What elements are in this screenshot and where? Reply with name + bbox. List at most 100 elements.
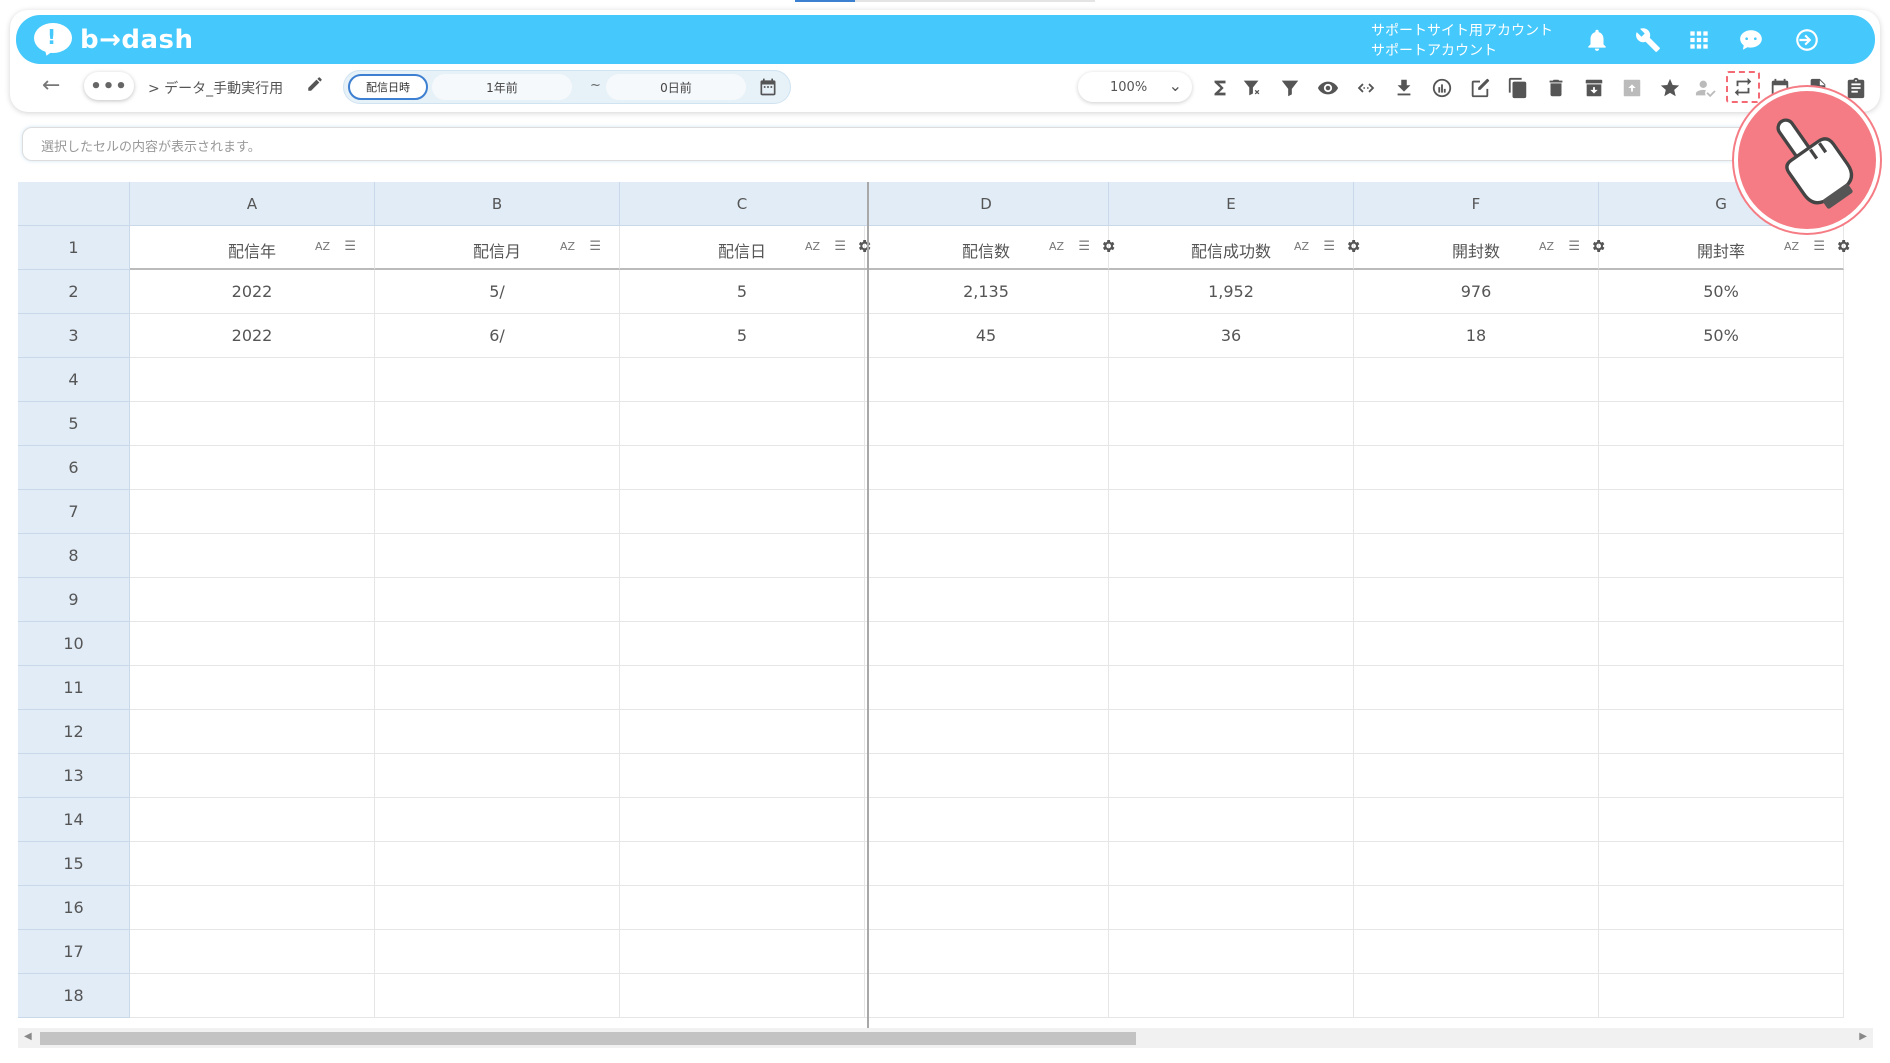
row-number[interactable]: 16: [18, 886, 130, 930]
table-cell[interactable]: [1354, 666, 1599, 710]
column-header-f[interactable]: F: [1354, 182, 1599, 226]
table-cell[interactable]: [375, 798, 620, 842]
account-info[interactable]: サポートサイト用アカウント サポートアカウント: [1371, 21, 1553, 61]
table-cell[interactable]: [1599, 358, 1844, 402]
download-icon[interactable]: [1390, 75, 1418, 101]
table-cell[interactable]: [864, 886, 1109, 930]
scroll-left-icon[interactable]: ◀: [24, 1031, 32, 1042]
table-cell[interactable]: 36: [1109, 314, 1354, 358]
gear-icon[interactable]: [1345, 238, 1363, 256]
row-number[interactable]: 10: [18, 622, 130, 666]
table-cell[interactable]: [864, 710, 1109, 754]
table-cell[interactable]: 2022: [130, 270, 375, 314]
row-number[interactable]: 12: [18, 710, 130, 754]
table-cell[interactable]: [1354, 402, 1599, 446]
table-cell[interactable]: [130, 622, 375, 666]
column-header-a[interactable]: A: [130, 182, 375, 226]
table-cell[interactable]: [130, 886, 375, 930]
field-header-cell[interactable]: 配信月 AZ ☰: [375, 226, 620, 270]
table-cell[interactable]: 2,135: [864, 270, 1109, 314]
row-number[interactable]: 5: [18, 402, 130, 446]
table-cell[interactable]: 1,952: [1109, 270, 1354, 314]
table-cell[interactable]: [130, 402, 375, 446]
sort-az-icon[interactable]: AZ: [1049, 240, 1064, 253]
table-cell[interactable]: [130, 754, 375, 798]
archive-icon[interactable]: [1580, 75, 1608, 101]
table-cell[interactable]: [375, 534, 620, 578]
table-cell[interactable]: [864, 578, 1109, 622]
scroll-right-icon[interactable]: ▶: [1859, 1031, 1867, 1042]
field-header-cell[interactable]: 配信数 AZ ☰: [864, 226, 1115, 270]
calendar-icon[interactable]: [758, 77, 780, 99]
table-cell[interactable]: [864, 842, 1109, 886]
table-cell[interactable]: [1109, 710, 1354, 754]
table-cell[interactable]: [620, 886, 865, 930]
table-cell[interactable]: 2022: [130, 314, 375, 358]
table-cell[interactable]: [1109, 842, 1354, 886]
table-cell[interactable]: [620, 754, 865, 798]
gear-icon[interactable]: [1100, 238, 1118, 256]
table-cell[interactable]: [375, 710, 620, 754]
table-cell[interactable]: [1599, 842, 1844, 886]
table-cell[interactable]: [1354, 578, 1599, 622]
table-cell[interactable]: [1109, 622, 1354, 666]
table-cell[interactable]: [375, 402, 620, 446]
filter-clear-icon[interactable]: [1238, 75, 1266, 101]
logout-icon[interactable]: [1792, 25, 1822, 55]
column-filter-icon[interactable]: ☰: [344, 239, 356, 254]
row-number[interactable]: 1: [18, 226, 130, 270]
gear-icon[interactable]: [856, 238, 874, 256]
table-cell[interactable]: [130, 798, 375, 842]
table-cell[interactable]: [375, 622, 620, 666]
table-cell[interactable]: [620, 666, 865, 710]
row-number[interactable]: 9: [18, 578, 130, 622]
row-number[interactable]: 18: [18, 974, 130, 1018]
table-cell[interactable]: [620, 710, 865, 754]
table-cell[interactable]: [1354, 622, 1599, 666]
table-cell[interactable]: [1109, 578, 1354, 622]
table-cell[interactable]: [620, 402, 865, 446]
pencil-icon[interactable]: [306, 75, 326, 95]
table-cell[interactable]: [620, 842, 865, 886]
table-cell[interactable]: [1599, 930, 1844, 974]
table-cell[interactable]: [1354, 974, 1599, 1018]
table-cell[interactable]: 50%: [1599, 270, 1844, 314]
table-cell[interactable]: [864, 490, 1109, 534]
table-cell[interactable]: [1109, 402, 1354, 446]
sort-az-icon[interactable]: AZ: [1539, 240, 1554, 253]
table-cell[interactable]: [864, 622, 1109, 666]
table-cell[interactable]: 6/: [375, 314, 620, 358]
table-cell[interactable]: [130, 930, 375, 974]
table-cell[interactable]: [1599, 666, 1844, 710]
table-cell[interactable]: 5: [620, 314, 865, 358]
table-cell[interactable]: [130, 534, 375, 578]
bdash-logo[interactable]: ! b→dash: [34, 23, 194, 58]
edit-icon[interactable]: [1466, 75, 1494, 101]
gear-icon[interactable]: [1835, 238, 1853, 256]
column-filter-icon[interactable]: ☰: [1078, 239, 1090, 254]
column-header-d[interactable]: D: [864, 182, 1109, 226]
table-cell[interactable]: [375, 578, 620, 622]
field-header-cell[interactable]: 配信日 AZ ☰: [620, 226, 871, 270]
table-cell[interactable]: [864, 358, 1109, 402]
table-cell[interactable]: 976: [1354, 270, 1599, 314]
table-cell[interactable]: [620, 798, 865, 842]
table-cell[interactable]: [1354, 886, 1599, 930]
row-number[interactable]: 11: [18, 666, 130, 710]
table-cell[interactable]: [864, 402, 1109, 446]
date-from-input[interactable]: 1年前: [432, 74, 572, 100]
table-cell[interactable]: [1109, 490, 1354, 534]
sync-icon[interactable]: [1726, 71, 1760, 103]
freeze-divider[interactable]: [867, 182, 869, 1028]
cell-content-bar[interactable]: 選択したセルの内容が表示されます。: [22, 127, 1862, 161]
table-cell[interactable]: [1109, 798, 1354, 842]
chat-bot-icon[interactable]: [1736, 25, 1766, 55]
table-cell[interactable]: [130, 578, 375, 622]
table-cell[interactable]: [620, 358, 865, 402]
column-header-e[interactable]: E: [1109, 182, 1354, 226]
table-cell[interactable]: [1109, 974, 1354, 1018]
table-cell[interactable]: [1354, 446, 1599, 490]
more-button[interactable]: •••: [84, 72, 134, 100]
table-cell[interactable]: [1599, 402, 1844, 446]
chart-icon[interactable]: [1428, 75, 1456, 101]
